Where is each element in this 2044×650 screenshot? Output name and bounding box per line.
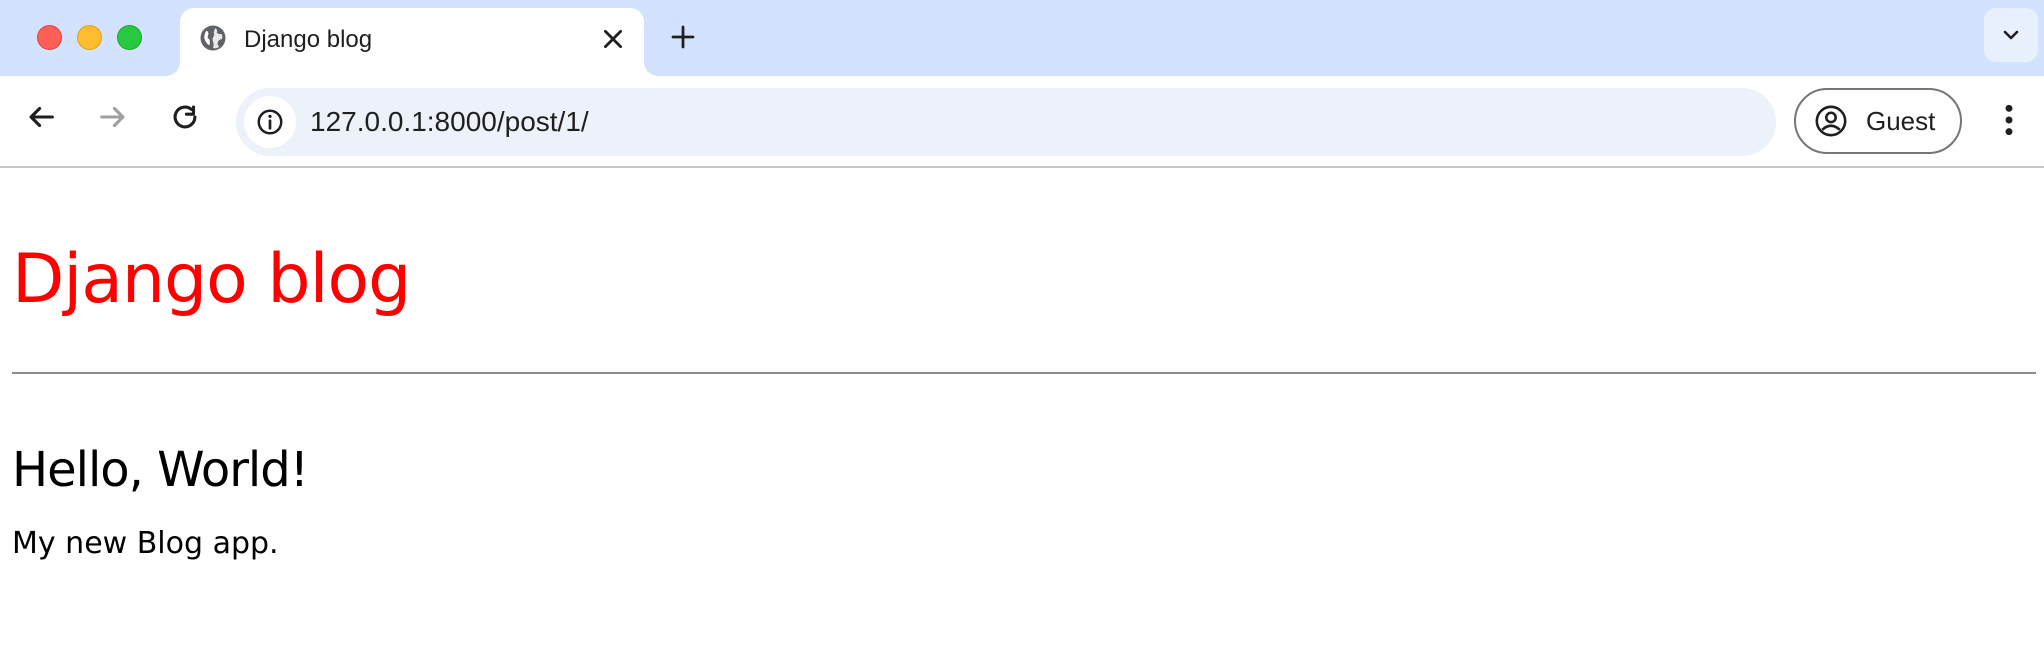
tab-strip: Django blog — [0, 0, 2044, 76]
window-minimize-button[interactable] — [77, 25, 102, 50]
post-body: My new Blog app. — [12, 526, 279, 561]
account-circle-icon — [1815, 105, 1847, 137]
reload-icon[interactable] — [168, 100, 202, 134]
window-maximize-button[interactable] — [117, 25, 142, 50]
plus-icon[interactable] — [668, 22, 698, 52]
chevron-down-icon — [2003, 30, 2019, 40]
browser-tab[interactable]: Django blog — [180, 8, 644, 76]
info-icon — [257, 109, 283, 135]
site-title[interactable]: Django blog — [12, 240, 411, 319]
close-icon[interactable] — [600, 26, 626, 52]
tab-title: Django blog — [244, 26, 373, 53]
browser-toolbar: 127.0.0.1:8000/post/1/ Guest — [0, 76, 2044, 168]
arrow-left-icon[interactable] — [24, 100, 58, 134]
window-close-button[interactable] — [37, 25, 62, 50]
address-bar[interactable]: 127.0.0.1:8000/post/1/ — [236, 88, 1776, 156]
arrow-right-icon[interactable] — [96, 100, 130, 134]
url-text[interactable]: 127.0.0.1:8000/post/1/ — [310, 106, 589, 138]
post-title: Hello, World! — [12, 442, 309, 498]
profile-button[interactable]: Guest — [1794, 88, 1962, 154]
kebab-menu-icon[interactable] — [1994, 100, 2024, 140]
site-info-button[interactable] — [244, 96, 296, 148]
profile-label: Guest — [1866, 106, 1936, 136]
page-content: Django blog Hello, World! My new Blog ap… — [0, 168, 2044, 650]
header-divider — [12, 372, 2036, 374]
tab-search-button[interactable] — [1984, 8, 2038, 62]
globe-icon — [198, 23, 228, 53]
